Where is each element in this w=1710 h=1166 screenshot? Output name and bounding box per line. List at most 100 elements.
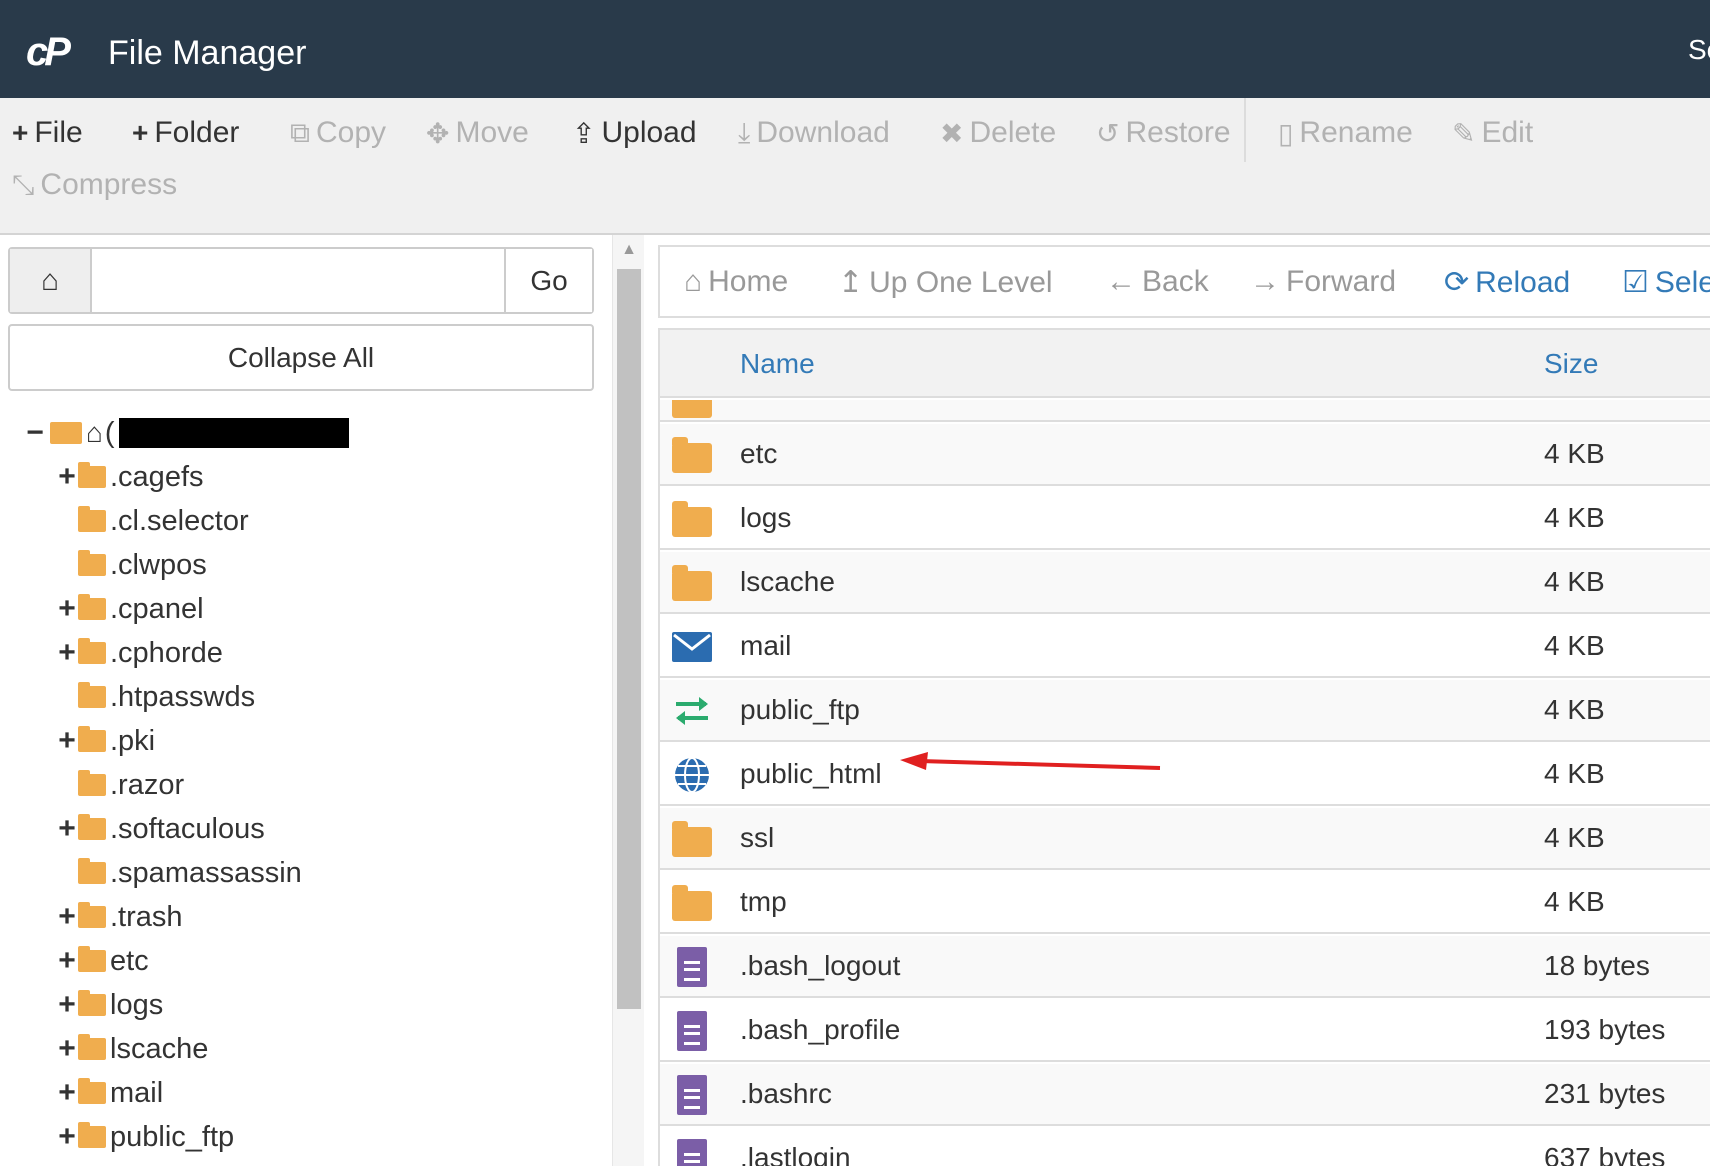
file-name[interactable]: mail [740,630,791,662]
table-row[interactable]: ssl 4 KB [660,808,1710,870]
collapse-all-button[interactable]: Collapse All [8,324,594,391]
toolbar-divider [1244,98,1246,162]
rename-button[interactable]: ▯ Rename [1278,116,1413,150]
new-file-button[interactable]: + File [12,116,83,150]
tree-item-label: .cphorde [110,636,223,669]
file-size: 4 KB [1544,822,1605,853]
file-icon [672,1075,712,1115]
folder-icon [78,638,106,664]
table-row[interactable]: etc 4 KB [660,424,1710,486]
delete-button[interactable]: ✖ Delete [940,116,1056,150]
tree-item[interactable]: + .cagefs [56,455,203,499]
file-name[interactable]: .bash_logout [740,950,900,982]
home-icon: ⌂ [40,263,60,297]
file-name[interactable]: lscache [740,566,835,598]
tree-item[interactable]: + .pki [56,719,155,763]
table-row[interactable]: public_html 4 KB [660,744,1710,806]
back-button[interactable]: ← Back [1106,265,1209,299]
table-row[interactable]: public_ftp 4 KB [660,680,1710,742]
compress-button[interactable]: ⤡ Compress [12,168,177,202]
tree-item[interactable]: + logs [56,983,163,1027]
file-size: 231 bytes [1544,1078,1666,1109]
move-button[interactable]: ✥ Move [426,116,529,150]
expand-toggle[interactable]: + [56,726,78,756]
scroll-up-arrow-icon[interactable]: ▲ [613,241,645,261]
expand-toggle[interactable]: + [56,990,78,1020]
tree-item[interactable]: .clwpos [56,543,207,587]
scroll-thumb[interactable] [617,269,641,1009]
expand-toggle[interactable]: + [56,946,78,976]
reload-button[interactable]: ⟳ Reload [1444,265,1570,300]
tree-root[interactable]: − ⌂ ( [24,411,349,455]
expand-toggle[interactable]: + [56,594,78,624]
file-name[interactable]: .bash_profile [740,1014,900,1046]
tree-item[interactable]: + public_ftp [56,1115,234,1159]
select-all-button[interactable]: ☑ Selec [1622,265,1710,300]
new-folder-button[interactable]: + Folder [132,116,239,150]
tree-item[interactable]: .cl.selector [56,499,249,543]
up-one-level-button[interactable]: ↥ Up One Level [838,265,1053,300]
file-size: 4 KB [1544,630,1605,661]
forward-button[interactable]: → Forward [1250,265,1396,299]
collapse-toggle[interactable]: − [24,418,46,448]
expand-toggle[interactable]: + [56,1122,78,1152]
annotation-arrow-icon [900,752,1161,770]
home-directory-button[interactable]: ⌂ [10,249,92,312]
expand-toggle[interactable]: + [56,1078,78,1108]
expand-toggle[interactable]: + [56,638,78,668]
file-name[interactable]: etc [740,438,777,470]
tree-scrollbar[interactable]: ▲ [612,235,644,1166]
checkbox-icon: ☑ [1622,266,1649,299]
file-name[interactable]: logs [740,502,791,534]
file-name[interactable]: public_ftp [740,694,860,726]
file-name[interactable]: .bashrc [740,1078,832,1110]
tree-item-label: public_ftp [110,1120,235,1153]
path-input[interactable] [94,249,512,312]
expand-toggle[interactable]: + [56,902,78,932]
go-button[interactable]: Go [504,249,592,312]
tree-item[interactable]: + .softaculous [56,807,265,851]
up-one-level-label: Up One Level [869,265,1053,299]
table-row[interactable]: lscache 4 KB [660,552,1710,614]
download-button[interactable]: ⤓ Download [738,116,890,150]
column-header-size[interactable]: Size [1544,348,1598,380]
edit-button[interactable]: ✎ Edit [1452,116,1533,150]
tree-item[interactable]: + lscache [56,1027,208,1071]
table-row[interactable]: .lastlogin 637 bytes [660,1128,1710,1166]
table-row[interactable]: .bash_logout 18 bytes [660,936,1710,998]
upload-button[interactable]: ⇪ Upload [572,116,697,150]
compress-label: Compress [40,168,178,201]
table-row[interactable]: tmp 4 KB [660,872,1710,934]
tree-item[interactable]: .htpasswds [56,675,255,719]
file-name[interactable]: public_html [740,758,882,790]
folder-icon [78,814,106,840]
expand-toggle[interactable]: + [56,1034,78,1064]
reload-label: Reload [1475,265,1571,299]
column-header-name[interactable]: Name [740,348,815,380]
table-row[interactable]: .bashrc 231 bytes [660,1064,1710,1126]
table-row[interactable]: .bash_profile 193 bytes [660,1000,1710,1062]
pencil-icon: ✎ [1452,117,1476,149]
tree-item[interactable]: + .cphorde [56,631,223,675]
tree-item[interactable]: .spamassassin [56,851,302,895]
file-name[interactable]: tmp [740,886,787,918]
table-row-partial[interactable] [660,400,1710,422]
folder-icon [78,1078,106,1104]
expand-toggle[interactable]: + [56,462,78,492]
tree-item[interactable]: + mail [56,1071,163,1115]
file-name[interactable]: .lastlogin [740,1142,851,1166]
table-row[interactable]: logs 4 KB [660,488,1710,550]
file-name[interactable]: ssl [740,822,774,854]
tree-item[interactable]: + etc [56,939,148,983]
restore-button[interactable]: ↺ Restore [1096,116,1231,150]
cpanel-logo[interactable]: cP [26,30,71,75]
tree-item[interactable]: + .cpanel [56,587,203,631]
tree-item[interactable]: .razor [56,763,184,807]
copy-button[interactable]: ⧉ Copy [290,116,386,150]
header-search-link[interactable]: Se [1688,34,1710,66]
nav-home-button[interactable]: ⌂ Home [684,265,788,299]
table-row[interactable]: mail 4 KB [660,616,1710,678]
expand-toggle[interactable]: + [56,814,78,844]
directory-tree-panel: ⌂ Go Collapse All − ⌂ ( + .cagefs .cl.sele… [0,235,612,1166]
tree-item[interactable]: + .trash [56,895,182,939]
